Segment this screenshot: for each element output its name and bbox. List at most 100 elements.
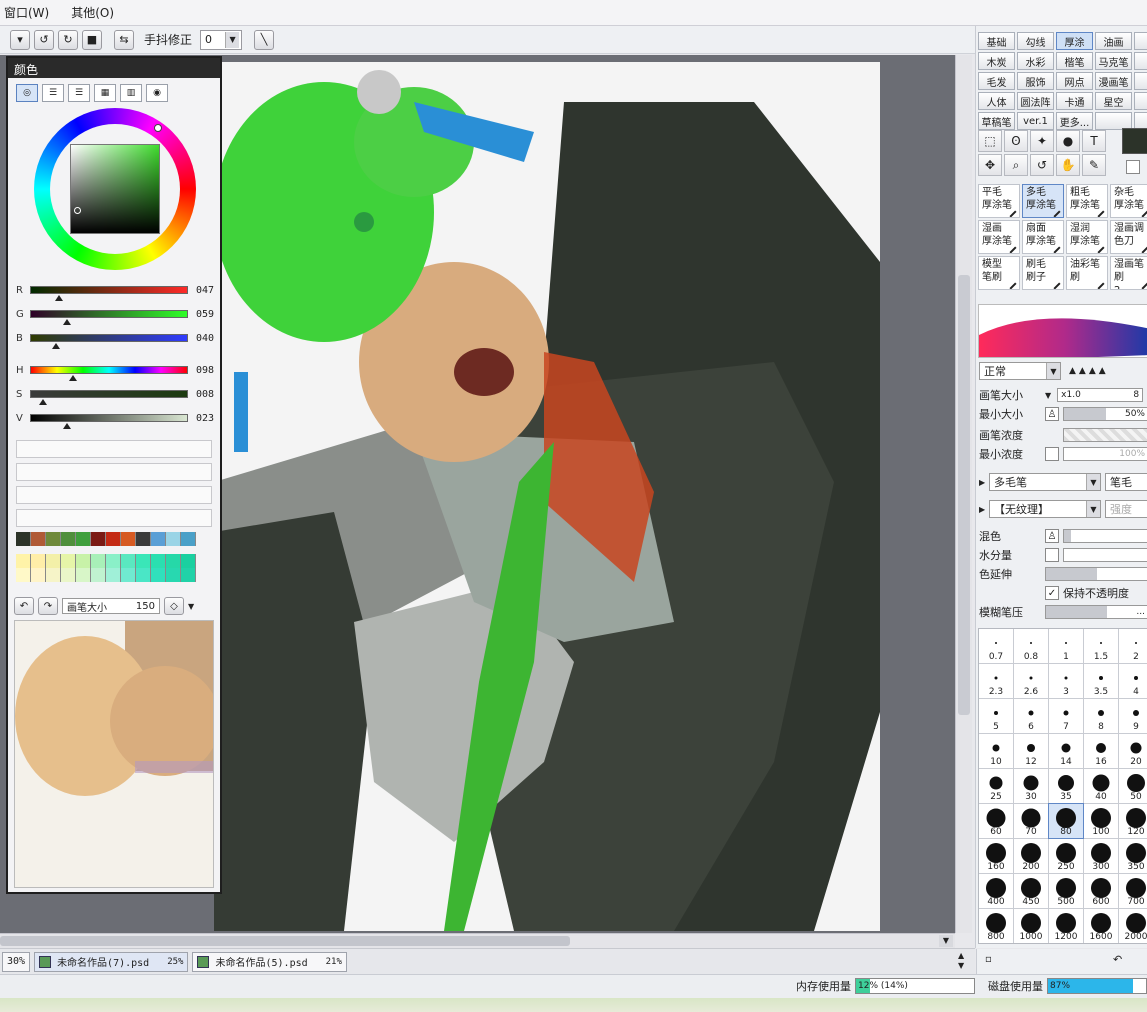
brush-category-tab[interactable]: 楷笔 — [1056, 52, 1093, 70]
brush-size-preset[interactable]: 35 — [1049, 769, 1083, 803]
brush-size-preset[interactable]: 1200 — [1049, 909, 1083, 943]
brush-size-preset[interactable]: 2000 — [1119, 909, 1147, 943]
brush-size-preset[interactable]: 700 — [1119, 874, 1147, 908]
mix-bar[interactable] — [1063, 529, 1147, 543]
min-density-bar[interactable]: 100% — [1063, 447, 1147, 461]
color-swatch[interactable] — [46, 532, 61, 546]
brush-size-preset[interactable]: 350 — [1119, 839, 1147, 873]
brush-size-preset[interactable]: 1 — [1049, 629, 1083, 663]
blend-mode-select[interactable]: 正常 ▼ — [979, 362, 1061, 380]
brush-category-tab[interactable]: 二 — [1134, 32, 1147, 50]
brush-category-tab[interactable]: ver.1 — [1017, 112, 1054, 130]
brush-size-preset[interactable]: 50 — [1119, 769, 1147, 803]
brush-category-tab[interactable]: 网点 — [1056, 72, 1093, 90]
color-swatch[interactable] — [61, 554, 76, 568]
min-density-checkbox[interactable] — [1045, 447, 1059, 461]
zoom-icon[interactable]: ⌕ — [1004, 154, 1028, 176]
brush-category-tab[interactable]: 漫画笔 — [1095, 72, 1132, 90]
color-swatch[interactable] — [121, 568, 136, 582]
slider-v[interactable]: V 023 — [16, 410, 214, 429]
secondary-color-swatch[interactable] — [1126, 160, 1140, 174]
slider-g[interactable]: G 059 — [16, 306, 214, 325]
color-swatch[interactable] — [151, 554, 166, 568]
menu-other[interactable]: 其他(O) — [71, 4, 114, 21]
magic-wand-icon[interactable]: ✦ — [1030, 130, 1054, 152]
text-tool-icon[interactable]: T — [1082, 130, 1106, 152]
brush-category-tab[interactable]: 铅 — [1134, 52, 1147, 70]
slider-track[interactable] — [30, 310, 188, 325]
brush-tool[interactable]: 湿画调 色刀 — [1110, 220, 1147, 254]
slider-track[interactable] — [30, 390, 188, 405]
brush-size-preset[interactable]: 600 — [1084, 874, 1118, 908]
color-swatch[interactable] — [121, 532, 136, 546]
min-size-bar[interactable]: 50% — [1063, 407, 1147, 421]
brush-size-preset[interactable]: 1.5 — [1084, 629, 1118, 663]
brush-size-preset[interactable]: 6 — [1014, 699, 1048, 733]
brush-category-tab[interactable]: 毛发 — [978, 72, 1015, 90]
slider-h[interactable]: H 098 — [16, 362, 214, 381]
brush-size-preset[interactable]: 40 — [1084, 769, 1118, 803]
brush-tool[interactable]: 扇面 厚涂笔 — [1022, 220, 1064, 254]
brush-category-tab[interactable]: 人体 — [978, 92, 1015, 110]
artwork-canvas[interactable] — [214, 62, 880, 931]
brush-category-tab[interactable]: 厚涂 — [1056, 32, 1093, 50]
delete-brush-icon[interactable]: ▫ — [985, 954, 992, 965]
color-swatch[interactable] — [91, 532, 106, 546]
palette-tab-icon[interactable]: ▦ — [94, 84, 116, 102]
scroll-thumb[interactable] — [0, 936, 570, 946]
stabilizer-select[interactable]: 0 ▼ — [200, 29, 243, 50]
color-swatch[interactable] — [181, 568, 196, 582]
color-swatch[interactable] — [16, 568, 31, 582]
brush-size-preset[interactable]: 4 — [1119, 664, 1147, 698]
color-swatch[interactable] — [166, 568, 181, 582]
flip-horizontal-icon[interactable]: ⇆ — [114, 29, 134, 50]
canvas-horizontal-scrollbar[interactable]: ▼ — [0, 933, 955, 948]
color-swatch[interactable] — [46, 554, 61, 568]
color-swatch[interactable] — [136, 532, 151, 546]
color-swatch[interactable] — [16, 532, 31, 546]
expand-arrow-icon[interactable]: ▶ — [979, 478, 989, 487]
brush-category-tab[interactable]: 木炭 — [978, 52, 1015, 70]
brush-tool[interactable]: 湿画笔刷2 — [1110, 256, 1147, 290]
brush-tool[interactable]: 平毛 厚涂笔 — [978, 184, 1020, 218]
tab-scroll-arrows[interactable]: ▲ ▼ — [958, 951, 964, 971]
slider-track[interactable] — [30, 286, 188, 301]
brush-size-preset[interactable]: 25 — [979, 769, 1013, 803]
reset-brush-icon[interactable]: ↶ — [1113, 953, 1122, 966]
swatch-tab-icon[interactable]: ▥ — [120, 84, 142, 102]
document-tab[interactable]: 未命名作品(5).psd 21% — [192, 951, 347, 972]
brush-size-preset[interactable]: 14 — [1049, 734, 1083, 768]
document-tab[interactable]: 未命名作品(7).psd 25% — [34, 951, 189, 972]
brush-tool[interactable]: 刷毛 刷子 — [1022, 256, 1064, 290]
slider-track[interactable] — [30, 366, 188, 381]
dropdown-icon[interactable]: ▾ — [10, 29, 30, 50]
color-wheel[interactable] — [34, 108, 196, 270]
brush-tool[interactable]: 湿润 厚涂笔 — [1066, 220, 1108, 254]
scratchpad-canvas[interactable] — [14, 620, 214, 888]
brush-size-preset[interactable]: 7 — [1049, 699, 1083, 733]
color-swatch[interactable] — [166, 532, 181, 546]
slider-track[interactable] — [30, 334, 188, 349]
slider-knob[interactable] — [69, 375, 78, 381]
brush-tool[interactable]: 多毛 厚涂笔 — [1022, 184, 1064, 218]
chevron-down-icon[interactable]: ▼ — [188, 602, 194, 611]
color-swatch[interactable] — [151, 568, 166, 582]
brush-tool[interactable]: 杂毛 厚涂笔 — [1110, 184, 1147, 218]
color-swatch[interactable] — [31, 554, 46, 568]
color-swatch[interactable] — [61, 568, 76, 582]
brush-size-preset[interactable]: 2 — [1119, 629, 1147, 663]
brush-size-preset[interactable]: 12 — [1014, 734, 1048, 768]
slider-knob[interactable] — [39, 399, 48, 405]
brush-size-preset[interactable]: 0.8 — [1014, 629, 1048, 663]
brush-size-preset[interactable]: 9 — [1119, 699, 1147, 733]
brush-size-preset[interactable]: 1000 — [1014, 909, 1048, 943]
slider-knob[interactable] — [62, 423, 71, 429]
color-swatch[interactable] — [136, 568, 151, 582]
color-swatch[interactable] — [136, 554, 151, 568]
brush-size-preset[interactable]: 80 — [1048, 803, 1084, 839]
brush-category-tab[interactable]: 勾线 — [1017, 32, 1054, 50]
eraser-icon[interactable]: ◇ — [164, 597, 184, 615]
brush-size-preset[interactable]: 2.3 — [979, 664, 1013, 698]
brush-size-field[interactable]: x1.0 8 — [1057, 388, 1144, 402]
brush-category-tab[interactable] — [1134, 92, 1147, 110]
